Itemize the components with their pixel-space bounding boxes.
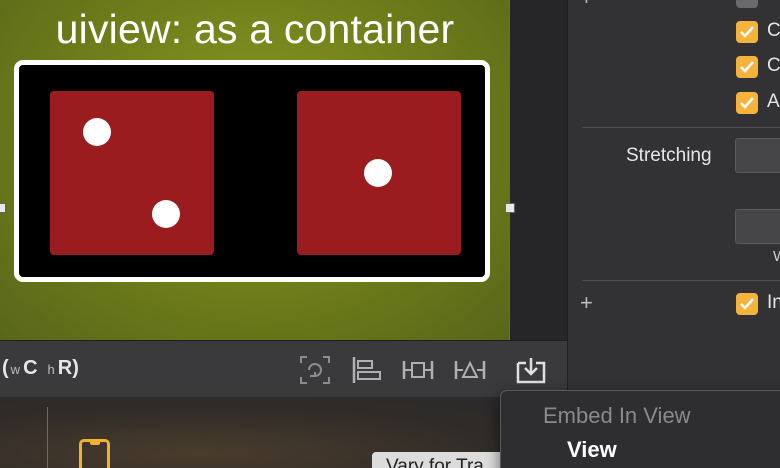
checkbox-autoresize[interactable] bbox=[736, 92, 758, 114]
checkbox-label-4: In bbox=[767, 292, 780, 313]
stretching-width-field[interactable] bbox=[735, 209, 780, 244]
checkbox-label-3: A bbox=[767, 91, 780, 112]
checkbox-installed[interactable] bbox=[736, 293, 758, 315]
stretching-x-field[interactable] bbox=[735, 138, 780, 173]
add-variation-icon[interactable]: + bbox=[580, 292, 593, 314]
size-class-indicator[interactable]: (w Ch R) bbox=[2, 357, 79, 380]
checkbox-label-1: C bbox=[767, 20, 780, 41]
inspector-divider bbox=[582, 280, 780, 281]
die-two[interactable] bbox=[50, 91, 214, 255]
size-class-open: ( bbox=[2, 357, 9, 379]
die-pip bbox=[364, 159, 392, 187]
embed-menu-item-view[interactable]: View bbox=[567, 437, 617, 463]
embed-in-menu: Embed In View View bbox=[500, 390, 780, 468]
add-constraints-icon[interactable] bbox=[402, 355, 434, 385]
inspector-divider bbox=[582, 127, 780, 128]
resolve-issues-icon[interactable] bbox=[454, 355, 486, 385]
resize-handle-left[interactable] bbox=[0, 203, 6, 213]
update-frames-icon[interactable] bbox=[299, 355, 331, 385]
vary-for-traits-button[interactable]: Vary for Tra bbox=[372, 452, 512, 468]
checkbox-label-2: C bbox=[767, 55, 780, 76]
die-one[interactable] bbox=[297, 91, 461, 255]
iphone-device-icon[interactable] bbox=[79, 439, 110, 468]
stretching-label: Stretching bbox=[626, 145, 712, 166]
outline-divider bbox=[47, 407, 48, 468]
embed-menu-heading: Embed In View bbox=[543, 403, 691, 428]
width-class-prefix: w bbox=[10, 362, 21, 377]
width-class-value: C bbox=[23, 357, 38, 379]
size-class-close: ) bbox=[72, 357, 79, 379]
embed-in-icon[interactable] bbox=[515, 355, 547, 385]
container-view[interactable] bbox=[14, 60, 490, 282]
height-class-value: R bbox=[57, 357, 73, 379]
die-pip bbox=[152, 200, 180, 228]
die-pip bbox=[83, 118, 111, 146]
scene-title-label[interactable]: uiview: as a container bbox=[0, 6, 510, 53]
checkbox-top-partial[interactable] bbox=[736, 0, 758, 8]
align-icon[interactable] bbox=[351, 355, 383, 385]
device-scene[interactable]: uiview: as a container bbox=[0, 0, 510, 340]
checkbox-clear-graphics[interactable] bbox=[736, 56, 758, 78]
add-variation-icon[interactable]: + bbox=[580, 0, 593, 9]
checkbox-clips-to-bounds[interactable] bbox=[736, 21, 758, 43]
resize-handle-right[interactable] bbox=[505, 203, 515, 213]
height-class-prefix: h bbox=[47, 362, 55, 377]
width-caption: W bbox=[773, 248, 780, 265]
layout-toolbar: (w Ch R) bbox=[0, 340, 567, 397]
